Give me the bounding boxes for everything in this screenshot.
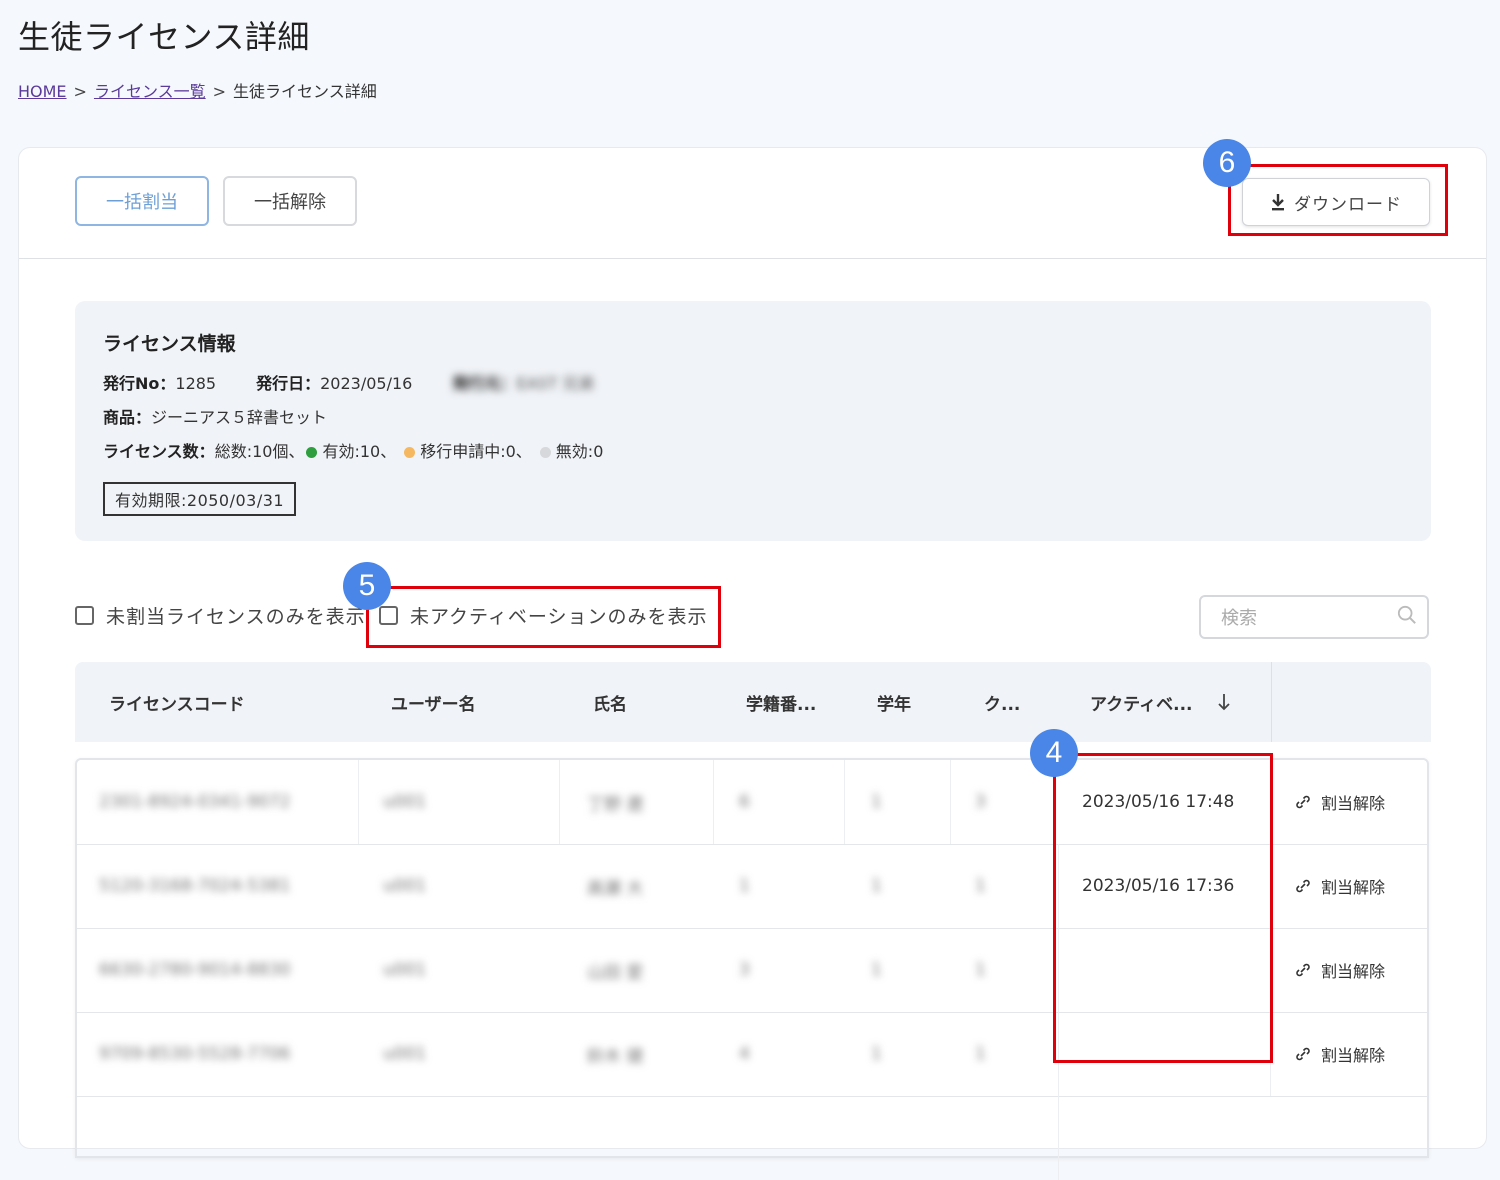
column-header-username[interactable]: ユーザー名 <box>391 662 476 742</box>
search-icon[interactable] <box>1397 605 1417 625</box>
license-issue-row: 発行No：1285 発行日：2023/05/16 発行元：EAST 兄弟 <box>103 370 594 394</box>
assign-all-button[interactable]: 一括割当 <box>75 176 209 226</box>
student-no-cell: 6 <box>739 792 750 812</box>
student-no-cell: 3 <box>739 960 750 980</box>
activation-column-highlight-box <box>1053 753 1273 1063</box>
unassigned-only-label: 未割当ライセンスのみを表示 <box>106 606 366 628</box>
count-pending: 移行申請中:0、 <box>420 442 532 461</box>
count-invalid: 無効:0 <box>555 442 604 461</box>
count-label: ライセンス数： <box>103 442 215 461</box>
grade-cell: 1 <box>871 1044 882 1064</box>
issue-no-label: 発行No： <box>103 374 176 393</box>
issuer-blurred: 発行元：EAST 兄弟 <box>452 374 595 393</box>
release-assignment-button[interactable]: 割当解除 <box>1295 760 1385 844</box>
count-total: 総数:10個、 <box>214 442 305 461</box>
name-cell: 山田 愛 <box>587 962 644 983</box>
breadcrumb: HOME > ライセンス一覧 > 生徒ライセンス詳細 <box>18 78 377 102</box>
release-assignment-label: 割当解除 <box>1321 878 1386 897</box>
page-title: 生徒ライセンス詳細 <box>18 18 310 56</box>
breadcrumb-separator: > <box>212 82 227 101</box>
name-cell: 丁野 遼 <box>587 794 644 815</box>
breadcrumb-home-link[interactable]: HOME <box>18 82 67 101</box>
unassigned-only-filter[interactable]: 未割当ライセンスのみを表示 <box>75 602 366 629</box>
breadcrumb-separator: > <box>73 82 87 101</box>
unassigned-only-checkbox[interactable] <box>75 606 94 625</box>
invalid-status-dot <box>539 447 551 458</box>
license-count-row: ライセンス数：総数:10個、 有効:10、 移行申請中:0、 無効:0 <box>103 438 603 462</box>
filter-highlight-box <box>366 586 721 648</box>
callout-badge-4: 4 <box>1030 729 1078 777</box>
release-assignment-button[interactable]: 割当解除 <box>1295 844 1385 928</box>
license-code-cell: 6630-2780-9014-8830 <box>99 960 291 980</box>
class-cell: 1 <box>975 960 986 980</box>
username-cell: u001 <box>383 960 427 980</box>
release-assignment-label: 割当解除 <box>1321 794 1386 813</box>
grade-cell: 1 <box>871 792 882 812</box>
breadcrumb-current: 生徒ライセンス詳細 <box>233 82 377 101</box>
active-status-dot <box>306 447 318 458</box>
issue-date-label: 発行日： <box>256 374 321 393</box>
breadcrumb-license-list-link[interactable]: ライセンス一覧 <box>94 82 206 101</box>
issue-no-value: 1285 <box>175 374 217 393</box>
column-header-grade[interactable]: 学年 <box>877 662 911 742</box>
license-code-cell: 5120-3168-7024-5381 <box>99 876 291 896</box>
column-header-license-code[interactable]: ライセンスコード <box>109 662 245 742</box>
release-all-button[interactable]: 一括解除 <box>223 176 357 226</box>
release-assignment-button[interactable]: 割当解除 <box>1295 928 1385 1012</box>
column-header-class[interactable]: ク... <box>984 662 1020 742</box>
download-highlight-box <box>1228 164 1448 236</box>
student-no-cell: 4 <box>739 1044 750 1064</box>
name-cell: 高瀬 大 <box>587 878 644 899</box>
header-divider <box>1271 662 1272 742</box>
search-placeholder: 検索 <box>1221 608 1257 629</box>
activation-header-label: アクティベ... <box>1090 694 1193 715</box>
column-header-student-no[interactable]: 学籍番... <box>746 662 816 742</box>
license-info-panel: ライセンス情報 発行No：1285 発行日：2023/05/16 発行元：EAST … <box>75 301 1431 541</box>
count-active: 有効:10、 <box>322 442 397 461</box>
class-cell: 1 <box>975 1044 986 1064</box>
column-header-name[interactable]: 氏名 <box>593 662 627 742</box>
student-no-cell: 1 <box>739 876 750 896</box>
grade-cell: 1 <box>871 876 882 896</box>
license-product-row: 商品：ジーニアス５辞書セット <box>103 404 327 428</box>
release-assignment-label: 割当解除 <box>1321 1046 1386 1065</box>
toolbar: 一括割当 一括解除 ダウンロード 6 <box>19 139 1486 259</box>
product-label: 商品： <box>103 408 152 427</box>
release-assignment-button[interactable]: 割当解除 <box>1295 1012 1385 1096</box>
unlink-icon <box>1296 1047 1310 1061</box>
table-header: ライセンスコード ユーザー名 氏名 学籍番... 学年 ク... アクティベ..… <box>75 662 1431 742</box>
grade-cell: 1 <box>871 960 882 980</box>
release-assignment-label: 割当解除 <box>1321 962 1386 981</box>
expiry-badge: 有効期限:2050/03/31 <box>103 482 297 516</box>
license-code-cell: 2301-8924-0341-9072 <box>99 792 291 812</box>
license-code-cell: 9709-8530-5528-7706 <box>99 1044 291 1064</box>
username-cell: u001 <box>383 1044 427 1064</box>
search-input[interactable]: 検索 <box>1199 595 1429 639</box>
callout-badge-6: 6 <box>1203 139 1251 187</box>
license-info-title: ライセンス情報 <box>103 333 236 355</box>
product-value: ジーニアス５辞書セット <box>151 408 328 427</box>
callout-badge-5: 5 <box>343 562 391 610</box>
license-detail-card: 一括割当 一括解除 ダウンロード 6 ライセンス情報 発行No：1285 発行日：… <box>18 139 1487 1180</box>
column-header-activation[interactable]: アクティベ... <box>1090 662 1231 742</box>
issue-date-value: 2023/05/16 <box>320 374 413 393</box>
class-cell: 1 <box>975 876 986 896</box>
class-cell: 3 <box>975 792 986 812</box>
username-cell: u001 <box>383 792 427 812</box>
unlink-icon <box>1296 795 1310 809</box>
sort-descending-icon[interactable] <box>1217 693 1231 711</box>
pending-status-dot <box>404 447 416 458</box>
username-cell: u001 <box>383 876 427 896</box>
name-cell: 鈴木 健 <box>587 1046 644 1067</box>
unlink-icon <box>1296 879 1310 893</box>
unlink-icon <box>1296 963 1310 977</box>
